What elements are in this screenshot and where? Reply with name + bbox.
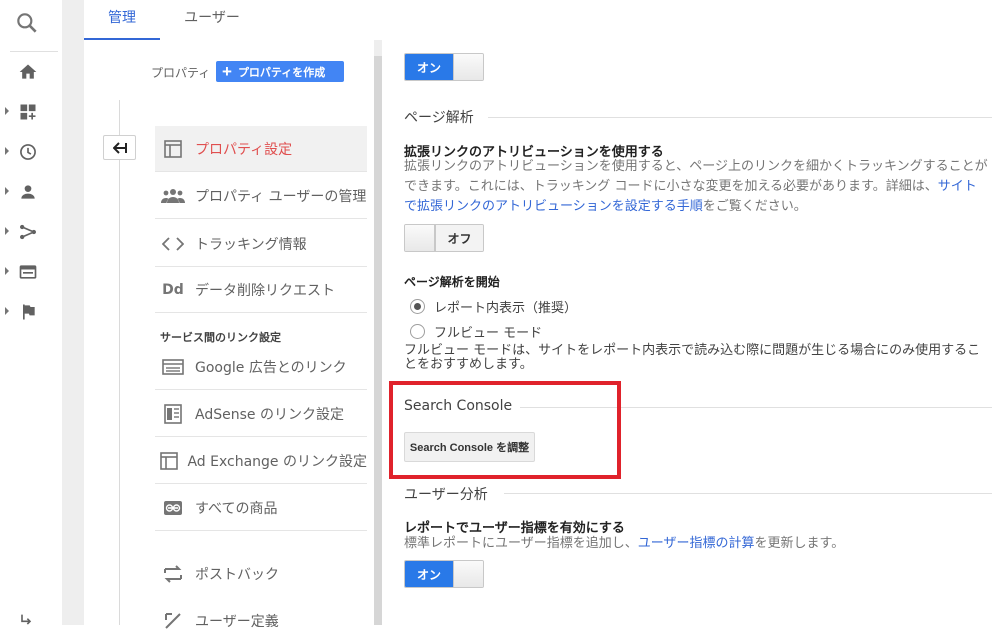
nav-realtime[interactable] <box>0 139 62 165</box>
top-toggle[interactable]: オン <box>404 53 484 81</box>
radio-button[interactable] <box>410 324 425 339</box>
discover-icon[interactable] <box>18 612 34 632</box>
section-divider <box>488 117 992 118</box>
dd-icon: Dd <box>162 281 184 298</box>
enhanced-link-toggle[interactable]: オフ <box>404 224 484 252</box>
menu-label: AdSense のリンク設定 <box>195 406 344 423</box>
desc-line-3: をご覧ください。 <box>702 199 807 214</box>
users-group-icon <box>158 184 188 208</box>
nav-divider <box>10 51 58 52</box>
column-scrollbar[interactable] <box>374 56 382 625</box>
nav-customization[interactable] <box>0 99 62 125</box>
menu-label: すべての商品 <box>195 500 278 517</box>
start-analysis-title: ページ解析を開始 <box>404 275 500 289</box>
section-divider <box>504 493 992 494</box>
flag-icon <box>23 304 35 320</box>
adexchange-icon <box>158 449 180 473</box>
toggle-on-label: オン <box>405 561 453 587</box>
admin-tab-bar: 管理 ユーザー <box>84 0 1006 40</box>
back-button[interactable] <box>103 135 136 160</box>
toggle-knob <box>453 54 483 80</box>
menu-label: プロパティ ユーザーの管理 <box>195 188 367 205</box>
menu-property-settings[interactable]: プロパティ設定 <box>155 126 367 172</box>
column-divider <box>119 100 120 625</box>
search-icon[interactable] <box>14 10 40 36</box>
toggle-knob <box>453 561 483 587</box>
property-label: プロパティ <box>151 66 211 80</box>
link-icon <box>158 496 188 520</box>
page-analysis-heading: ページ解析 <box>404 110 474 126</box>
user-analysis-heading: ユーザー分析 <box>404 487 488 503</box>
enhanced-link-description: 拡張リンクのアトリビューションを使用すると、ページ上のリンクを細かくトラッキング… <box>404 157 994 217</box>
property-settings-icon <box>158 137 188 161</box>
menu-label: データ削除リクエスト <box>195 282 335 299</box>
user-metrics-description: 標準レポートにユーザー指標を追加し、ユーザー指標の計算を更新します。 <box>404 534 994 554</box>
plus-icon: + <box>222 62 232 81</box>
tab-admin[interactable]: 管理 <box>84 0 160 40</box>
toggle-knob <box>405 225 435 251</box>
full-view-note: フルビュー モードは、サイトをレポート内表示で読み込む際に問題が生じる場合にのみ… <box>404 343 981 372</box>
desc-post: を更新します。 <box>754 536 845 551</box>
radio-label: フルビュー モード <box>434 326 543 341</box>
user-definition-icon <box>158 609 188 633</box>
menu-label: プロパティ設定 <box>195 141 293 158</box>
menu-adexchange-link[interactable]: Ad Exchange のリンク設定 <box>155 438 367 484</box>
menu-label: トラッキング情報 <box>195 236 307 253</box>
arrow-left-icon <box>112 141 127 154</box>
person-icon <box>21 185 35 199</box>
desc-line-2: できます。これには、トラッキング コードに小さな変更を加える必要があります。詳細… <box>404 179 938 194</box>
nav-home[interactable] <box>0 59 62 85</box>
nav-acquisition[interactable] <box>0 219 62 245</box>
acquisition-icon <box>20 224 36 240</box>
menu-adsense-link[interactable]: AdSense のリンク設定 <box>155 391 367 437</box>
menu-all-products[interactable]: すべての商品 <box>155 485 367 531</box>
customization-icon <box>20 104 36 120</box>
user-metrics-link[interactable]: ユーザー指標の計算 <box>638 536 755 551</box>
create-property-button[interactable]: + プロパティを作成 <box>216 61 344 82</box>
adsense-icon <box>158 402 188 426</box>
clock-icon <box>20 144 36 160</box>
site-link[interactable]: サイト <box>938 179 977 194</box>
radio-full-view[interactable]: フルビュー モード <box>410 322 542 341</box>
postback-icon <box>158 562 188 586</box>
toggle-on-label: オン <box>405 54 453 80</box>
menu-property-users[interactable]: プロパティ ユーザーの管理 <box>155 173 367 219</box>
user-metrics-toggle[interactable]: オン <box>404 560 484 588</box>
service-links-heading: サービス間のリンク設定 <box>160 331 281 344</box>
menu-data-deletion[interactable]: Dd データ削除リクエスト <box>155 267 367 313</box>
desc-pre: 標準レポートにユーザー指標を追加し、 <box>404 536 638 551</box>
nav-audience[interactable] <box>0 179 62 205</box>
menu-postback[interactable]: ポストバック <box>155 551 367 597</box>
behavior-icon <box>19 265 37 279</box>
left-navigation <box>0 0 62 625</box>
ads-icon <box>158 355 188 379</box>
radio-button-checked[interactable] <box>410 299 425 314</box>
tab-user[interactable]: ユーザー <box>172 0 252 40</box>
nav-conversions[interactable] <box>0 299 62 325</box>
menu-tracking-info[interactable]: トラッキング情報 <box>155 221 367 267</box>
menu-label: Ad Exchange のリンク設定 <box>187 453 367 470</box>
toggle-off-label: オフ <box>435 225 483 251</box>
radio-label: レポート内表示（推奨） <box>434 301 578 316</box>
menu-label: ユーザー定義 <box>195 614 279 630</box>
highlight-box <box>389 381 621 479</box>
home-icon <box>19 64 37 79</box>
menu-label: ポストバック <box>195 567 279 583</box>
nav-behavior[interactable] <box>0 259 62 285</box>
create-property-label: プロパティを作成 <box>237 66 326 79</box>
code-icon <box>158 232 188 256</box>
setup-steps-link[interactable]: で拡張リンクのアトリビューションを設定する手順 <box>404 199 703 214</box>
desc-line-1: 拡張リンクのアトリビューションを使用すると、ページ上のリンクを細かくトラッキング… <box>404 159 988 174</box>
radio-in-report[interactable]: レポート内表示（推奨） <box>410 297 577 316</box>
menu-google-ads-link[interactable]: Google 広告とのリンク <box>155 344 367 390</box>
menu-user-definition[interactable]: ユーザー定義 <box>155 598 367 644</box>
menu-label: Google 広告とのリンク <box>195 359 347 376</box>
